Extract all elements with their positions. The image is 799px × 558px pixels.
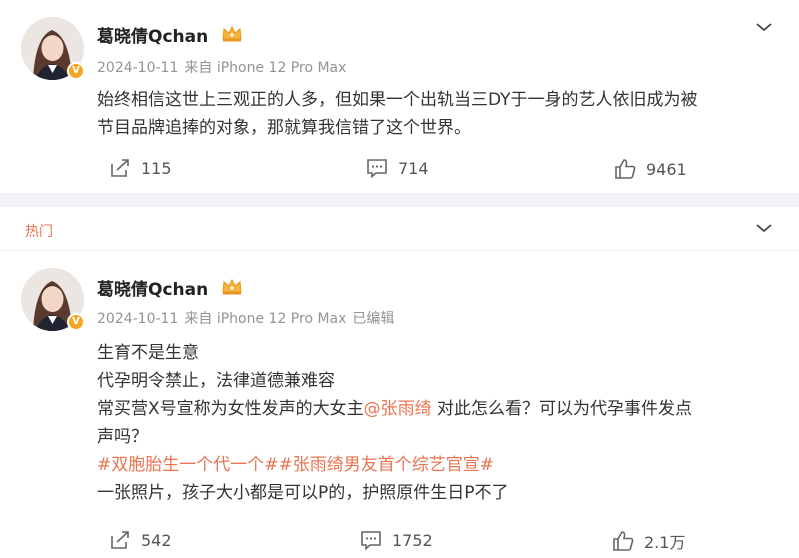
hot-section: 热门 V 葛晓倩Qchan 2024-10-11 来自 iPhone 12 Pro… bbox=[0, 207, 799, 558]
post-meta: 2024-10-11 来自 iPhone 12 Pro Max bbox=[97, 57, 352, 77]
comment-icon bbox=[361, 531, 381, 550]
content-text: 常买营X号宣称为女性发声的大女主 bbox=[97, 399, 364, 419]
content-line: 始终相信这世上三观正的人多，但如果一个出轨当三DY于一身的艺人依旧成为被 bbox=[97, 90, 698, 110]
like-icon bbox=[615, 159, 636, 179]
verified-badge-icon: V bbox=[67, 62, 85, 80]
repost-button[interactable]: 542 bbox=[109, 530, 172, 550]
author-name[interactable]: 葛晓倩Qchan bbox=[97, 22, 208, 47]
content-line: 一张照片，孩子大小都是可以P的，护照原件生日P不了 bbox=[97, 483, 509, 503]
content-line: 常买营X号宣称为女性发声的大女主@张雨绮 对此怎么看？可以为代孕事件发点 bbox=[97, 395, 692, 423]
crown-icon bbox=[222, 278, 242, 295]
weibo-post-1: V 葛晓倩Qchan 2024-10-11 来自 iPhone 12 Pro Ma… bbox=[0, 0, 799, 193]
like-count: 9461 bbox=[646, 159, 687, 179]
post-date[interactable]: 2024-10-11 bbox=[97, 311, 178, 327]
divider bbox=[0, 250, 799, 251]
like-button[interactable]: 9461 bbox=[614, 158, 687, 180]
chevron-down-icon[interactable] bbox=[755, 22, 773, 32]
topic-link[interactable]: #张雨绮男友首个综艺官宣# bbox=[279, 455, 495, 475]
content-line: #双胞胎生一个代一个##张雨绮男友首个综艺官宣# bbox=[97, 451, 692, 479]
post-content: 始终相信这世上三观正的人多，但如果一个出轨当三DY于一身的艺人依旧成为被 节目品… bbox=[97, 86, 698, 142]
comment-icon bbox=[367, 159, 387, 178]
like-button[interactable]: 2.1万 bbox=[612, 529, 685, 553]
repost-count: 115 bbox=[141, 158, 172, 178]
repost-count: 542 bbox=[141, 530, 172, 550]
repost-icon bbox=[111, 531, 129, 549]
comment-count: 714 bbox=[398, 158, 429, 178]
post-source: 来自 iPhone 12 Pro Max bbox=[184, 311, 347, 327]
repost-button[interactable]: 115 bbox=[109, 158, 172, 178]
post-source: 来自 iPhone 12 Pro Max bbox=[184, 60, 347, 76]
comment-button[interactable]: 714 bbox=[366, 158, 429, 178]
post-meta: 2024-10-11 来自 iPhone 12 Pro Max 已编辑 bbox=[97, 308, 400, 328]
like-count: 2.1万 bbox=[644, 533, 686, 552]
content-line: 声吗？ bbox=[97, 427, 148, 447]
post-date[interactable]: 2024-10-11 bbox=[97, 60, 178, 76]
author-name[interactable]: 葛晓倩Qchan bbox=[97, 275, 208, 300]
topic-link[interactable]: #双胞胎生一个代一个# bbox=[97, 455, 279, 475]
post-content: 生育不是生意 代孕明令禁止，法律道德兼难容 常买营X号宣称为女性发声的大女主@张… bbox=[97, 339, 692, 507]
section-label: 热门 bbox=[25, 224, 53, 240]
content-text: 对此怎么看？可以为代孕事件发点 bbox=[431, 399, 693, 419]
crown-icon bbox=[222, 25, 242, 42]
content-line: 节目品牌追捧的对象，那就算我信错了这个世界。 bbox=[97, 118, 471, 138]
verified-badge-icon: V bbox=[67, 313, 85, 331]
mention-link[interactable]: @张雨绮 bbox=[364, 399, 432, 419]
chevron-down-icon[interactable] bbox=[755, 223, 773, 233]
content-line: 生育不是生意 bbox=[97, 343, 199, 363]
like-icon bbox=[613, 531, 634, 551]
edited-label: 已编辑 bbox=[352, 311, 395, 327]
repost-icon bbox=[111, 159, 129, 177]
content-line: 代孕明令禁止，法律道德兼难容 bbox=[97, 371, 335, 391]
comment-count: 1752 bbox=[392, 530, 433, 550]
comment-button[interactable]: 1752 bbox=[360, 530, 433, 550]
